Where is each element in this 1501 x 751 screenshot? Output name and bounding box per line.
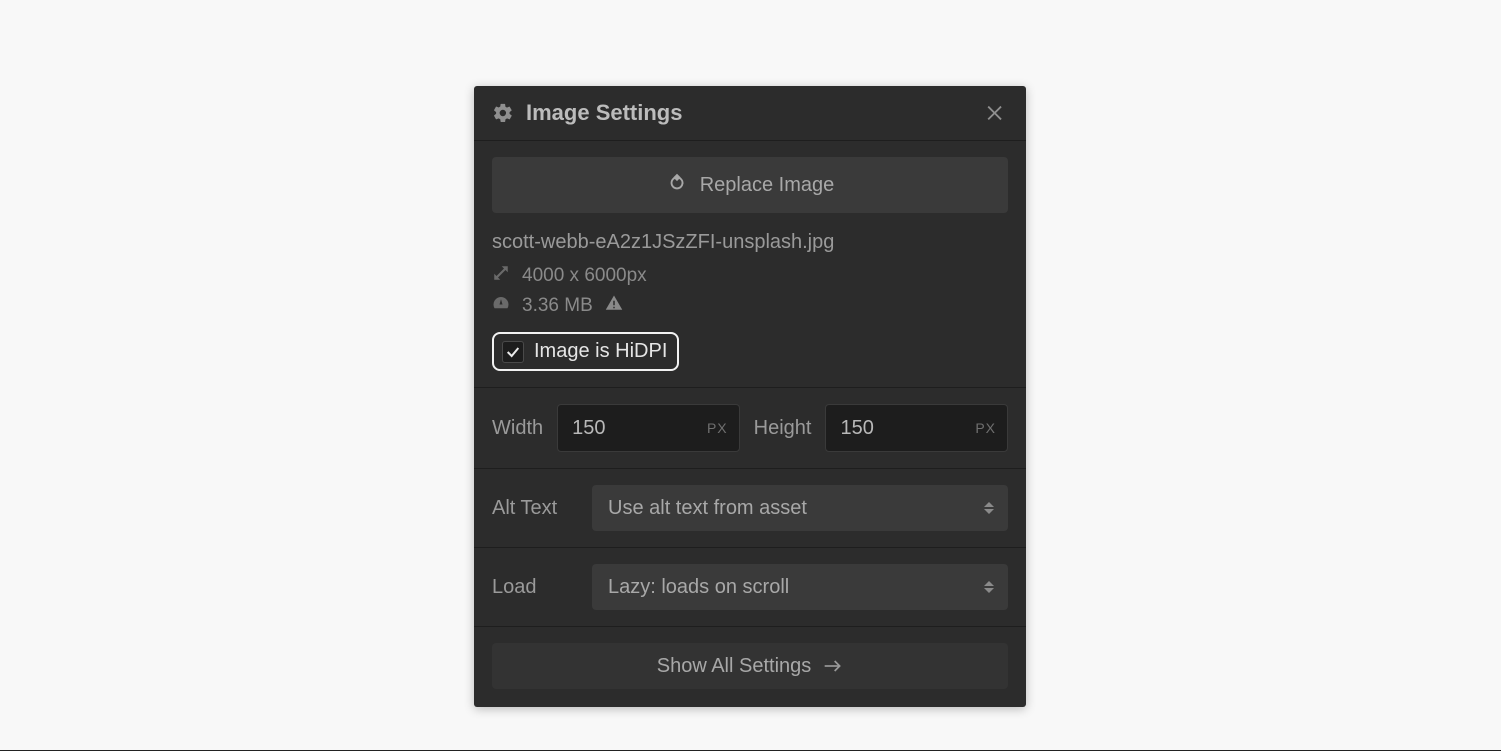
updown-icon: [982, 581, 996, 593]
refresh-icon: [666, 171, 688, 199]
show-all-section: Show All Settings: [474, 627, 1026, 707]
updown-icon: [982, 502, 996, 514]
alt-text-selected: Use alt text from asset: [608, 497, 807, 520]
width-label: Width: [492, 417, 543, 440]
alt-text-section: Alt Text Use alt text from asset: [474, 469, 1026, 548]
replace-image-button[interactable]: Replace Image: [492, 157, 1008, 213]
gauge-icon: [492, 294, 510, 318]
dimensions-icon: [492, 264, 510, 288]
check-icon: [505, 344, 521, 360]
show-all-label: Show All Settings: [657, 655, 812, 678]
load-select[interactable]: Lazy: loads on scroll: [592, 564, 1008, 610]
image-filesize-row: 3.36 MB: [492, 294, 1008, 318]
image-dimensions-row: 4000 x 6000px: [492, 264, 1008, 288]
arrow-right-icon: [823, 659, 843, 673]
close-icon: [984, 102, 1006, 124]
height-unit: PX: [975, 420, 996, 436]
replace-image-label: Replace Image: [700, 174, 835, 197]
load-selected: Lazy: loads on scroll: [608, 576, 789, 599]
warning-icon: [605, 294, 623, 318]
image-filename: scott-webb-eA2z1JSzZFI-unsplash.jpg: [492, 231, 1008, 254]
panel-header: Image Settings: [474, 86, 1026, 141]
image-meta-section: Replace Image scott-webb-eA2z1JSzZFI-uns…: [474, 141, 1026, 388]
height-label: Height: [754, 417, 812, 440]
alt-text-label: Alt Text: [492, 497, 578, 520]
image-settings-panel: Image Settings Replace Image scott-webb-…: [474, 86, 1026, 707]
panel-title: Image Settings: [526, 100, 682, 126]
show-all-settings-button[interactable]: Show All Settings: [492, 643, 1008, 689]
hidpi-label: Image is HiDPI: [534, 340, 667, 363]
image-filesize-text: 3.36 MB: [522, 295, 593, 317]
gear-icon: [492, 102, 514, 124]
image-dimensions-text: 4000 x 6000px: [522, 265, 647, 287]
dimensions-section: Width PX Height PX: [474, 388, 1026, 469]
load-section: Load Lazy: loads on scroll: [474, 548, 1026, 627]
load-label: Load: [492, 576, 578, 599]
width-unit: PX: [707, 420, 728, 436]
hidpi-checkbox[interactable]: [502, 341, 524, 363]
alt-text-select[interactable]: Use alt text from asset: [592, 485, 1008, 531]
close-button[interactable]: [982, 100, 1008, 126]
hidpi-checkbox-row[interactable]: Image is HiDPI: [492, 332, 679, 371]
